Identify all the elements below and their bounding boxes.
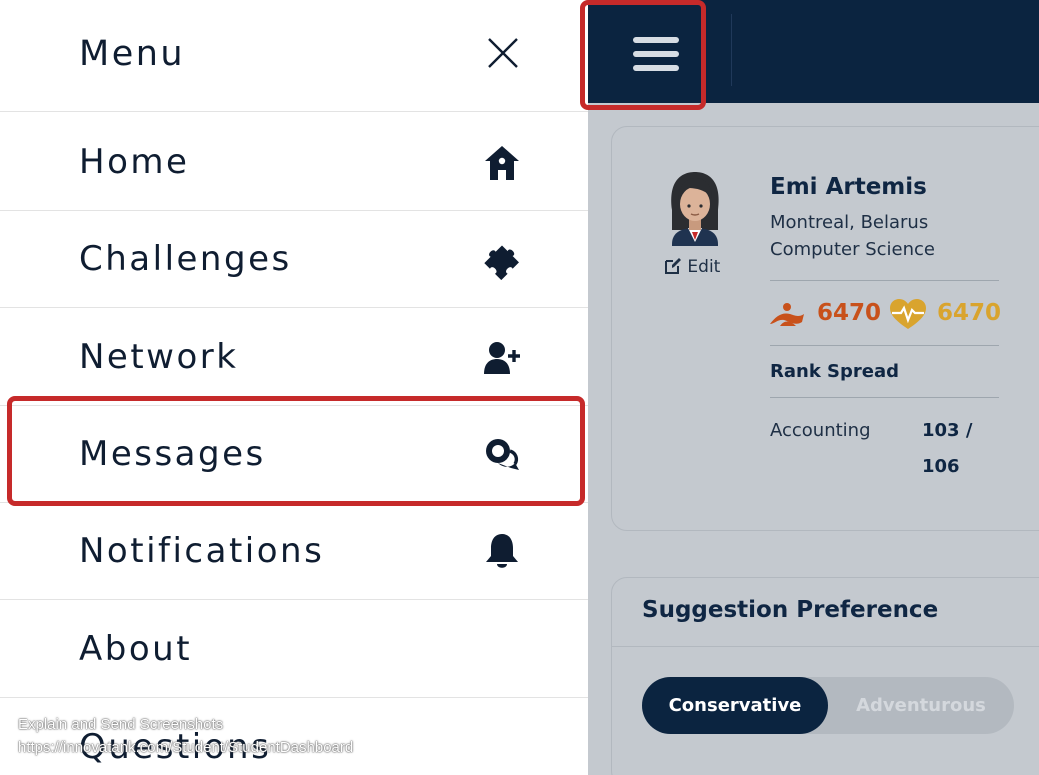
rank-value-line-1: 103 /	[922, 420, 973, 441]
menu-title: Menu	[79, 34, 186, 74]
avatar	[664, 170, 726, 250]
menu-item-questions[interactable]: Questions	[0, 698, 588, 775]
menu-item-notifications[interactable]: Notifications	[0, 502, 588, 600]
stat-value-2: 6470	[937, 300, 1002, 326]
hamburger-bar	[633, 37, 679, 43]
menu-item-label: Notifications	[79, 531, 325, 571]
divider	[770, 280, 999, 281]
collaboration-icon	[768, 302, 806, 328]
menu-item-label: Home	[79, 142, 190, 182]
menu-item-about[interactable]: About	[0, 600, 588, 698]
suggestion-preference-title: Suggestion Preference	[642, 597, 939, 623]
bell-icon	[482, 532, 522, 572]
watermark-line-2: https://innovatank.com/Student/StudentDa…	[18, 739, 354, 756]
adventurous-option[interactable]: Adventurous	[828, 677, 1014, 734]
rank-value-line-2: 106	[922, 456, 960, 477]
divider	[770, 345, 999, 346]
navbar-divider	[731, 14, 732, 86]
watermark-line-1: Explain and Send Screenshots	[18, 716, 224, 733]
close-icon[interactable]	[486, 36, 520, 70]
profile-field: Computer Science	[770, 239, 935, 260]
menu-item-label: Network	[79, 337, 239, 377]
menu-item-label: About	[79, 629, 193, 669]
rank-spread-heading: Rank Spread	[770, 361, 900, 382]
conservative-option[interactable]: Conservative	[642, 677, 828, 734]
menu-item-label: Challenges	[79, 239, 292, 279]
menu-header: Menu	[0, 0, 588, 112]
chat-icon	[482, 435, 522, 475]
home-icon	[482, 143, 522, 183]
hamburger-bar	[633, 65, 679, 71]
puzzle-icon	[482, 240, 522, 280]
hamburger-bar	[633, 51, 679, 57]
menu-item-network[interactable]: Network	[0, 308, 588, 406]
profile-name: Emi Artemis	[770, 174, 927, 200]
profile-location: Montreal, Belarus	[770, 212, 929, 233]
divider	[770, 397, 999, 398]
side-menu: Menu Home Challenges Network Messages No…	[0, 0, 588, 775]
user-plus-icon	[482, 338, 522, 378]
divider	[612, 646, 1039, 647]
heartbeat-icon	[888, 299, 928, 331]
edit-label: Edit	[687, 257, 721, 277]
hamburger-menu-button[interactable]	[580, 0, 706, 110]
menu-item-label: Messages	[79, 434, 266, 474]
menu-item-challenges[interactable]: Challenges	[0, 210, 588, 308]
edit-profile-button[interactable]: Edit	[664, 257, 720, 277]
menu-item-home[interactable]: Home	[0, 113, 588, 211]
edit-icon	[665, 258, 681, 274]
menu-item-messages[interactable]: Messages	[0, 405, 588, 503]
stat-value-1: 6470	[817, 300, 882, 326]
rank-subject: Accounting	[770, 420, 871, 441]
